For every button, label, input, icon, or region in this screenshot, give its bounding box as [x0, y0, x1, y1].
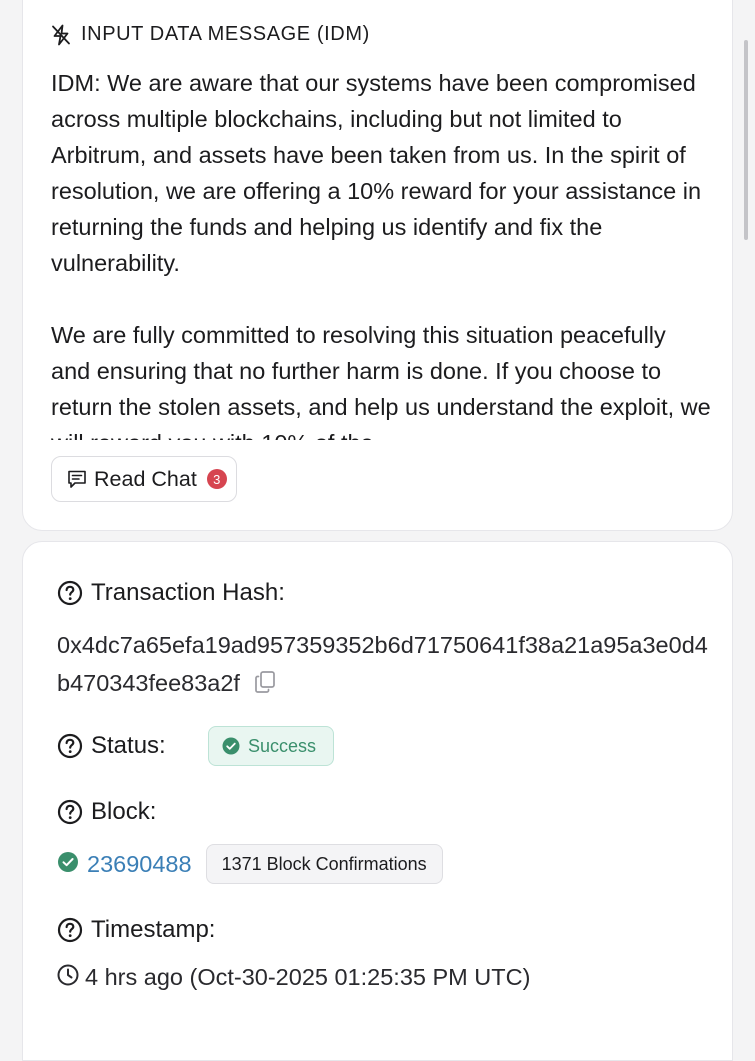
question-circle-icon[interactable] [57, 917, 83, 943]
timestamp-row: Timestamp: [57, 916, 215, 944]
check-circle-icon [57, 851, 79, 878]
lightning-slash-icon [51, 24, 71, 46]
scrollbar[interactable] [744, 40, 748, 240]
transaction-hash-value: 0x4dc7a65efa19ad957359352b6d71750641f38a… [57, 626, 717, 702]
copy-icon[interactable] [254, 670, 276, 694]
check-circle-icon [222, 737, 240, 755]
timestamp-value-row: 4 hrs ago (Oct-30-2025 01:25:35 PM UTC) [57, 964, 530, 991]
status-row: Status: [57, 732, 166, 760]
block-confirmations-badge: 1371 Block Confirmations [205, 844, 443, 884]
block-label: Block: [91, 798, 157, 825]
status-badge: Success [208, 726, 334, 766]
read-chat-label: Read Chat [94, 466, 197, 491]
clock-icon [57, 964, 79, 991]
question-circle-icon[interactable] [57, 733, 83, 759]
unread-count-badge: 3 [206, 469, 227, 489]
timestamp-label: Timestamp: [91, 916, 216, 943]
block-row: Block: [57, 798, 156, 826]
block-value-row: 23690488 1371 Block Confirmations [57, 844, 443, 884]
idm-message-body: IDM: We are aware that our systems have … [51, 65, 711, 440]
idm-paragraph: IDM: We are aware that our systems have … [51, 70, 702, 276]
transaction-hash-text: 0x4dc7a65efa19ad957359352b6d71750641f38a… [57, 632, 708, 696]
transaction-hash-label: Transaction Hash: [91, 579, 285, 606]
status-value: Success [248, 735, 317, 756]
status-label: Status: [91, 732, 166, 759]
idm-paragraph: We are fully committed to resolving this… [51, 322, 711, 440]
chat-icon [66, 468, 88, 490]
read-chat-button[interactable]: Read Chat 3 [51, 456, 237, 502]
block-number-link[interactable]: 23690488 [87, 851, 192, 878]
input-data-message-card: INPUT DATA MESSAGE (IDM) IDM: We are awa… [22, 0, 733, 531]
transaction-hash-row: Transaction Hash: [57, 579, 285, 607]
idm-title: INPUT DATA MESSAGE (IDM) [81, 23, 370, 45]
question-circle-icon[interactable] [57, 580, 83, 606]
idm-header: INPUT DATA MESSAGE (IDM) [51, 23, 370, 46]
transaction-details-card: Transaction Hash: 0x4dc7a65efa19ad957359… [22, 541, 733, 1061]
timestamp-value: 4 hrs ago (Oct-30-2025 01:25:35 PM UTC) [85, 964, 531, 990]
question-circle-icon[interactable] [57, 799, 83, 825]
